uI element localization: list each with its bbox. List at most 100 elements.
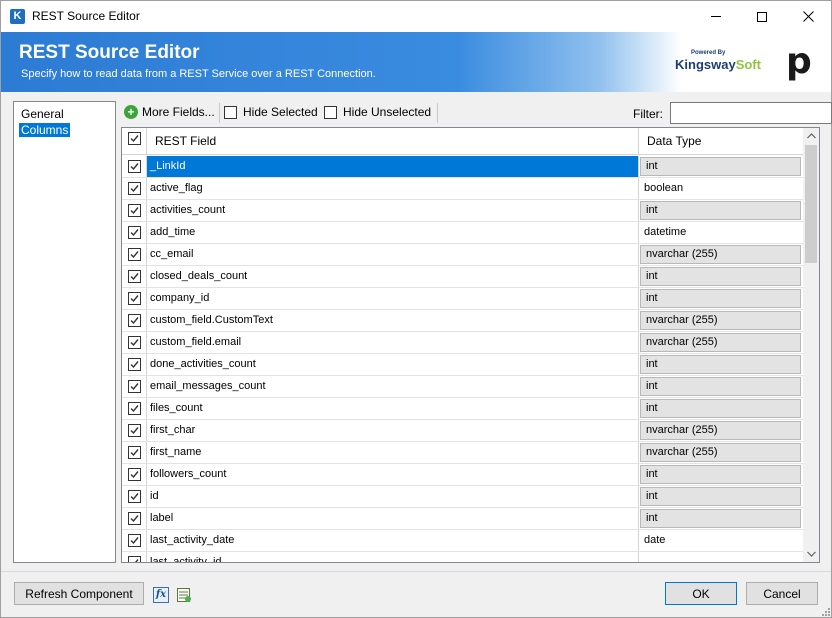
select-all-cell[interactable] <box>122 128 147 155</box>
minimize-button[interactable] <box>693 1 739 32</box>
data-type-cell[interactable]: int <box>640 355 801 374</box>
close-button[interactable] <box>785 1 831 32</box>
row-checkbox[interactable] <box>128 204 141 217</box>
table-row[interactable]: _LinkId int <box>122 156 819 178</box>
data-type-cell[interactable]: nvarchar (255) <box>640 333 801 352</box>
close-icon <box>802 11 814 22</box>
table-row[interactable]: email_messages_count int <box>122 376 819 398</box>
table-row[interactable]: id int <box>122 486 819 508</box>
table-row[interactable]: followers_count int <box>122 464 819 486</box>
row-checkbox[interactable] <box>128 534 141 547</box>
table-row[interactable]: custom_field.email nvarchar (255) <box>122 332 819 354</box>
row-checkbox[interactable] <box>128 490 141 503</box>
row-checkbox[interactable] <box>128 358 141 371</box>
more-fields-label: More Fields... <box>142 105 215 119</box>
row-check-cell <box>122 222 147 243</box>
row-checkbox[interactable] <box>128 182 141 195</box>
data-type-cell[interactable]: nvarchar (255) <box>640 311 801 330</box>
toolbar-divider <box>437 103 438 123</box>
scrollbar-thumb[interactable] <box>805 145 817 263</box>
table-row[interactable]: first_name nvarchar (255) <box>122 442 819 464</box>
row-checkbox[interactable] <box>128 226 141 239</box>
resize-grip-icon[interactable] <box>819 605 831 617</box>
column-header-rest-field[interactable]: REST Field <box>147 128 639 155</box>
row-checkbox[interactable] <box>128 468 141 481</box>
columns-toolbar: + More Fields... Hide Selected Hide Unse… <box>121 101 832 125</box>
minimize-icon <box>711 16 721 17</box>
row-checkbox[interactable] <box>128 270 141 283</box>
row-checkbox[interactable] <box>128 160 141 173</box>
row-check-cell <box>122 420 147 441</box>
data-type-cell[interactable]: int <box>640 201 801 220</box>
checkbox-box <box>324 105 337 119</box>
title-bar: K REST Source Editor <box>1 1 831 32</box>
hide-selected-checkbox[interactable]: Hide Selected <box>224 105 318 119</box>
data-type-cell[interactable]: date <box>639 530 801 551</box>
data-type-cell[interactable] <box>639 552 801 562</box>
ok-button[interactable]: OK <box>665 582 737 605</box>
row-checkbox[interactable] <box>128 556 141 562</box>
row-checkbox[interactable] <box>128 402 141 415</box>
expression-icon[interactable]: fx <box>153 587 169 603</box>
check-icon <box>130 229 139 237</box>
nav-item-columns[interactable]: Columns <box>19 123 71 137</box>
rest-field-cell: done_activities_count <box>147 354 639 375</box>
data-type-cell[interactable]: int <box>640 399 801 418</box>
data-type-cell[interactable]: nvarchar (255) <box>640 245 801 264</box>
row-checkbox[interactable] <box>128 292 141 305</box>
data-type-cell[interactable]: int <box>640 289 801 308</box>
data-type-cell[interactable]: datetime <box>639 222 801 243</box>
check-icon <box>130 251 139 259</box>
table-row[interactable]: done_activities_count int <box>122 354 819 376</box>
maximize-button[interactable] <box>739 1 785 32</box>
row-check-cell <box>122 310 147 331</box>
column-header-data-type[interactable]: Data Type <box>639 128 803 155</box>
table-row[interactable]: last_activity_date date <box>122 530 819 552</box>
data-type-cell[interactable]: int <box>640 465 801 484</box>
data-type-cell[interactable]: nvarchar (255) <box>640 443 801 462</box>
table-row[interactable]: activities_count int <box>122 200 819 222</box>
row-checkbox[interactable] <box>128 336 141 349</box>
data-type-cell[interactable]: int <box>640 267 801 286</box>
row-checkbox[interactable] <box>128 424 141 437</box>
table-row[interactable]: first_char nvarchar (255) <box>122 420 819 442</box>
data-type-cell[interactable]: nvarchar (255) <box>640 421 801 440</box>
check-icon <box>130 383 139 391</box>
row-checkbox[interactable] <box>128 314 141 327</box>
row-check-cell <box>122 486 147 507</box>
rest-field-cell: active_flag <box>147 178 639 199</box>
row-checkbox[interactable] <box>128 446 141 459</box>
check-icon <box>130 493 139 501</box>
refresh-component-button[interactable]: Refresh Component <box>14 582 144 605</box>
data-type-cell[interactable]: int <box>640 157 801 176</box>
row-checkbox[interactable] <box>128 512 141 525</box>
scroll-up-button[interactable] <box>803 128 819 144</box>
table-row[interactable]: last_activity_id <box>122 552 819 562</box>
row-checkbox[interactable] <box>128 248 141 261</box>
nav-item-general[interactable]: General <box>19 107 66 121</box>
table-row[interactable]: files_count int <box>122 398 819 420</box>
rest-field-cell: files_count <box>147 398 639 419</box>
cancel-button[interactable]: Cancel <box>746 582 818 605</box>
table-row[interactable]: closed_deals_count int <box>122 266 819 288</box>
data-type-cell[interactable]: boolean <box>639 178 801 199</box>
filter-input[interactable] <box>670 102 832 124</box>
table-row[interactable]: active_flag boolean <box>122 178 819 200</box>
table-row[interactable]: cc_email nvarchar (255) <box>122 244 819 266</box>
check-icon <box>130 163 139 171</box>
select-all-checkbox[interactable] <box>128 132 141 145</box>
table-row[interactable]: add_time datetime <box>122 222 819 244</box>
scroll-down-button[interactable] <box>803 546 819 562</box>
data-type-cell[interactable]: int <box>640 377 801 396</box>
hide-unselected-checkbox[interactable]: Hide Unselected <box>324 105 431 119</box>
table-row[interactable]: custom_field.CustomText nvarchar (255) <box>122 310 819 332</box>
check-icon <box>135 559 139 562</box>
table-row[interactable]: company_id int <box>122 288 819 310</box>
variables-icon[interactable] <box>176 587 192 603</box>
more-fields-button[interactable]: + More Fields... <box>124 105 215 119</box>
vertical-scrollbar[interactable] <box>803 128 819 562</box>
row-checkbox[interactable] <box>128 380 141 393</box>
table-row[interactable]: label int <box>122 508 819 530</box>
data-type-cell[interactable]: int <box>640 487 801 506</box>
data-type-cell[interactable]: int <box>640 509 801 528</box>
